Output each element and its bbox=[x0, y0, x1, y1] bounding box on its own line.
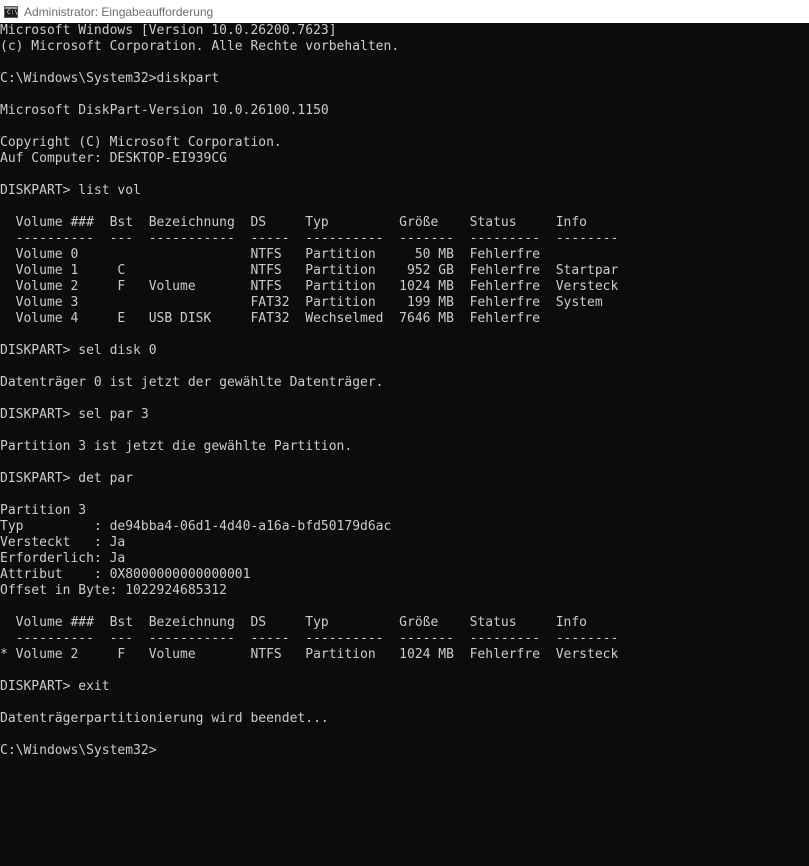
console-line: Partition 3 bbox=[0, 503, 87, 518]
console-window: C:\ Administrator: Eingabeaufforderung M… bbox=[0, 0, 809, 866]
console-line: Versteckt : Ja bbox=[0, 535, 126, 550]
console-line: Auf Computer: DESKTOP-EI939CG bbox=[0, 151, 227, 166]
cmd-icon-glyph: C:\ bbox=[7, 8, 18, 16]
console-line: Erforderlich: Ja bbox=[0, 551, 126, 566]
console-line: Volume 2 F Volume NTFS Partition 1024 MB… bbox=[0, 279, 619, 294]
console-line: Offset in Byte: 1022924685312 bbox=[0, 583, 227, 598]
console-line: Volume 1 C NTFS Partition 952 GB Fehlerf… bbox=[0, 263, 619, 278]
window-title: Administrator: Eingabeaufforderung bbox=[24, 4, 214, 19]
console-line: Datenträger 0 ist jetzt der gewählte Dat… bbox=[0, 375, 384, 390]
cmd-console-icon: C:\ bbox=[4, 5, 18, 18]
console-line: C:\Windows\System32>diskpart bbox=[0, 71, 220, 86]
console-line: Typ : de94bba4-06d1-4d40-a16a-bfd50179d6… bbox=[0, 519, 392, 534]
title-bar[interactable]: C:\ Administrator: Eingabeaufforderung bbox=[0, 0, 809, 23]
console-line: Datenträgerpartitionierung wird beendet.… bbox=[0, 711, 329, 726]
console-line: Microsoft DiskPart-Version 10.0.26100.11… bbox=[0, 103, 329, 118]
console-line: Copyright (C) Microsoft Corporation. bbox=[0, 135, 282, 150]
console-line: Microsoft Windows [Version 10.0.26200.76… bbox=[0, 23, 337, 38]
console-line: DISKPART> list vol bbox=[0, 183, 141, 198]
console-line: ---------- --- ----------- ----- -------… bbox=[0, 631, 619, 646]
console-line: * Volume 2 F Volume NTFS Partition 1024 … bbox=[0, 647, 619, 662]
console-line: DISKPART> exit bbox=[0, 679, 110, 694]
console-line: Volume ### Bst Bezeichnung DS Typ Größe … bbox=[0, 215, 587, 230]
console-line: DISKPART> sel disk 0 bbox=[0, 343, 157, 358]
console-line: Volume 4 E USB DISK FAT32 Wechselmed 764… bbox=[0, 311, 541, 326]
console-line: Volume ### Bst Bezeichnung DS Typ Größe … bbox=[0, 615, 587, 630]
console-line: ---------- --- ----------- ----- -------… bbox=[0, 231, 619, 246]
console-line: Volume 0 NTFS Partition 50 MB Fehlerfre bbox=[0, 247, 541, 262]
console-line: Partition 3 ist jetzt die gewählte Parti… bbox=[0, 439, 353, 454]
console-line: C:\Windows\System32> bbox=[0, 743, 157, 758]
console-line: Attribut : 0X8000000000000001 bbox=[0, 567, 251, 582]
console-output[interactable]: Microsoft Windows [Version 10.0.26200.76… bbox=[0, 23, 809, 866]
console-line: DISKPART> sel par 3 bbox=[0, 407, 149, 422]
console-line: (c) Microsoft Corporation. Alle Rechte v… bbox=[0, 39, 400, 54]
console-line: Volume 3 FAT32 Partition 199 MB Fehlerfr… bbox=[0, 295, 603, 310]
console-line: DISKPART> det par bbox=[0, 471, 134, 486]
